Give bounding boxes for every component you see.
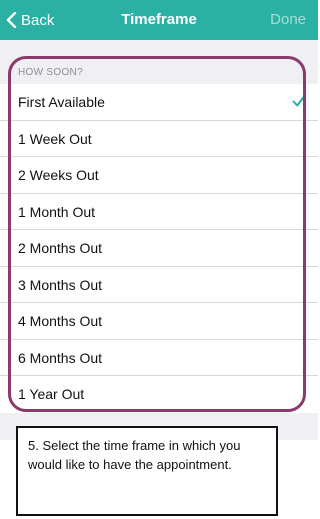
option-1-week-out[interactable]: 1 Week Out xyxy=(0,121,318,157)
navigation-bar: Back Timeframe Done xyxy=(0,0,318,40)
done-button[interactable]: Done xyxy=(270,0,306,40)
option-1-year-out[interactable]: 1 Year Out xyxy=(0,376,318,413)
option-6-months-out[interactable]: 6 Months Out xyxy=(0,340,318,376)
option-label: 2 Weeks Out xyxy=(18,167,99,183)
section-header: HOW SOON? xyxy=(18,67,83,78)
option-label: 3 Months Out xyxy=(18,276,103,293)
checkmark-icon xyxy=(292,95,306,107)
option-label: First Available xyxy=(18,94,105,110)
option-3-months-out[interactable]: 3 Months Out xyxy=(0,267,318,303)
option-4-months-out[interactable]: 4 Months Out xyxy=(0,303,318,340)
instruction-callout: 5. Select the time frame in which you wo… xyxy=(16,426,278,516)
option-2-months-out[interactable]: 2 Months Out xyxy=(0,230,318,267)
option-label: 6 Months Out xyxy=(18,349,103,366)
option-label: 1 Year Out xyxy=(18,386,85,402)
option-first-available[interactable]: First Available xyxy=(0,84,318,121)
option-label: 1 Month Out xyxy=(18,203,96,220)
option-1-month-out[interactable]: 1 Month Out xyxy=(0,194,318,230)
option-label: 1 Week Out xyxy=(18,130,92,147)
option-label: 4 Months Out xyxy=(18,313,103,329)
timeframe-options-list: First Available 1 Week Out 2 Weeks Out 1… xyxy=(0,84,318,413)
option-2-weeks-out[interactable]: 2 Weeks Out xyxy=(0,157,318,194)
option-label: 2 Months Out xyxy=(18,240,103,256)
